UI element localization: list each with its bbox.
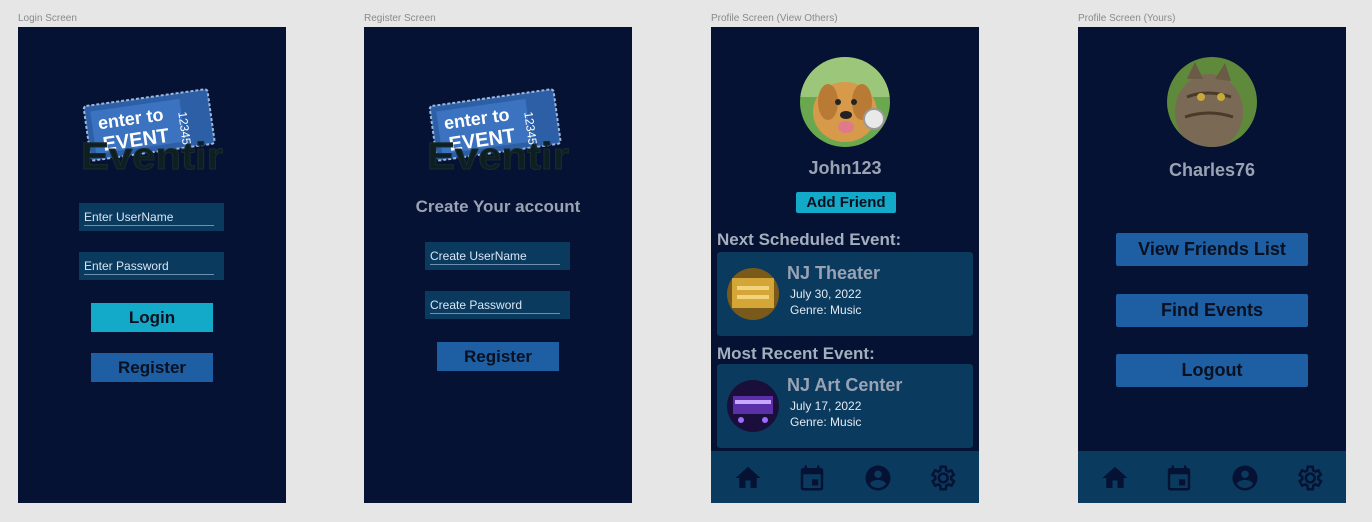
username-input[interactable]: Enter UserName: [79, 203, 224, 231]
gear-icon[interactable]: [927, 463, 957, 493]
bottom-nav: [711, 451, 979, 503]
profile-others-screen: John123 Add Friend Next Scheduled Event:…: [711, 27, 979, 503]
create-account-heading: Create Your account: [415, 197, 581, 216]
recent-event-heading: Most Recent Event:: [717, 344, 875, 363]
event-genre: Genre: Music: [790, 303, 862, 317]
profile-username: John123: [808, 158, 882, 178]
frame-label-login: Login Screen: [18, 13, 77, 24]
next-event-card[interactable]: NJ Theater July 30, 2022 Genre: Music: [717, 252, 973, 336]
event-title: NJ Art Center: [787, 375, 903, 395]
add-friend-button[interactable]: Add Friend: [796, 192, 896, 213]
frame-label-profile-others: Profile Screen (View Others): [711, 13, 838, 24]
register-button[interactable]: Register: [437, 342, 559, 371]
frame-label-profile-yours: Profile Screen (Yours): [1078, 13, 1176, 24]
login-button[interactable]: Login: [91, 303, 213, 332]
home-icon[interactable]: [733, 463, 763, 493]
calendar-icon[interactable]: [797, 463, 827, 493]
avatar-dog: [800, 57, 890, 147]
event-genre: Genre: Music: [790, 415, 862, 429]
find-events-button[interactable]: Find Events: [1116, 294, 1308, 327]
logout-button[interactable]: Logout: [1116, 354, 1308, 387]
register-button[interactable]: Register: [91, 353, 213, 382]
next-event-heading: Next Scheduled Event:: [717, 230, 902, 249]
bottom-nav: [1078, 451, 1346, 503]
avatar-cat: [1167, 57, 1257, 147]
svg-text:Eventir: Eventir: [81, 136, 223, 177]
account-icon[interactable]: [1230, 463, 1260, 493]
profile-username: Charles76: [1168, 160, 1256, 180]
eventir-logo: enter to EVENT 12345 Eventir: [427, 88, 570, 177]
art-center-thumbnail: [727, 380, 779, 432]
create-username-input[interactable]: Create UserName: [425, 242, 570, 270]
view-friends-list-button[interactable]: View Friends List: [1116, 233, 1308, 266]
frame-label-register: Register Screen: [364, 13, 436, 24]
password-input[interactable]: Enter Password: [79, 252, 224, 280]
recent-event-card[interactable]: NJ Art Center July 17, 2022 Genre: Music: [717, 364, 973, 448]
account-icon[interactable]: [863, 463, 893, 493]
create-password-input[interactable]: Create Password: [425, 291, 570, 319]
event-title: NJ Theater: [787, 263, 881, 283]
event-date: July 30, 2022: [790, 287, 862, 301]
event-date: July 17, 2022: [790, 399, 862, 413]
theater-thumbnail: [727, 268, 779, 320]
register-screen: enter to EVENT 12345 Eventir Create Your…: [364, 27, 632, 503]
calendar-icon[interactable]: [1164, 463, 1194, 493]
login-screen: enter to EVENT 12345 Eventir Enter UserN…: [18, 27, 286, 503]
svg-text:Eventir: Eventir: [427, 136, 569, 177]
gear-icon[interactable]: [1294, 463, 1324, 493]
profile-yours-screen: Charles76 View Friends List Find Events …: [1078, 27, 1346, 503]
eventir-logo: enter to EVENT 12345 Eventir: [81, 88, 224, 177]
home-icon[interactable]: [1100, 463, 1130, 493]
